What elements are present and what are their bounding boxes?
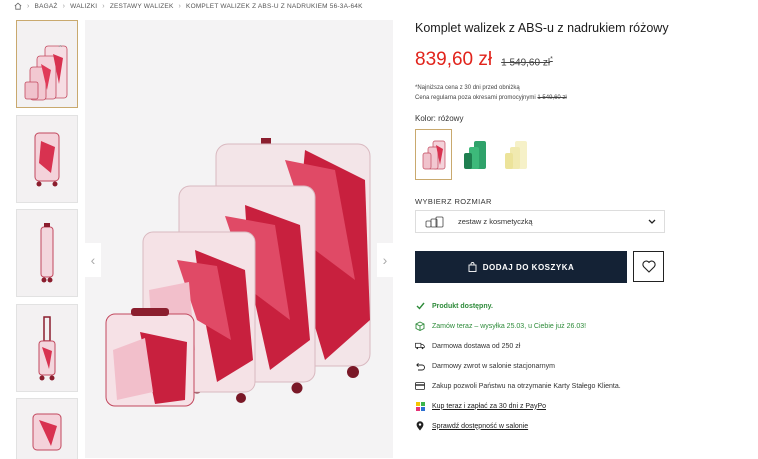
regular-price-label: Cena regularna poza okresami promocyjnym… [415,95,536,101]
color-label: Kolor: różowy [415,114,464,123]
chevron-down-icon [648,219,656,224]
breadcrumb-separator: › [62,2,66,10]
next-image-button[interactable]: › [377,243,393,277]
box-icon [415,321,425,331]
breadcrumb-item[interactable]: ZESTAWY WALIZEK [110,3,174,10]
chevron-up-icon[interactable]: ⌃ [57,44,64,53]
feature-paypo: Kup teraz i zapłać za 30 dni z PayPo [415,396,715,416]
thumbnail-set[interactable] [16,20,78,108]
old-price: 1 549,60 zł* [501,56,553,68]
breadcrumb-item[interactable]: BAGAŻ [35,3,58,10]
old-price-mark: * [550,55,553,63]
regular-price-note: Cena regularna poza okresami promocyjnym… [415,93,715,103]
card-icon [415,381,425,391]
breadcrumb-separator: › [27,2,30,10]
home-icon[interactable] [14,2,22,10]
suitcase-handle-image [38,316,56,381]
thumbnail-detail[interactable] [16,398,78,459]
thumbnail-side[interactable] [16,209,78,297]
chevron-left-icon: ‹ [90,252,96,268]
yellow-set-image [504,140,527,169]
price-row: 839,60 zł 1 549,60 zł* [415,49,715,71]
check-icon [415,301,425,311]
feature-text: Zamów teraz – wysyłka 25.03, u Ciebie ju… [432,322,587,330]
feature-free-return: Darmowy zwrot w salonie stacjonarnym [415,356,715,376]
thumbnail-handle[interactable] [16,304,78,392]
regular-price-value: 1 549,60 zł [537,95,567,101]
paypo-icon [415,401,425,411]
price-note: *Najniższa cena z 30 dni przed obniżką C… [415,83,715,103]
feature-text: Darmowa dostawa od 250 zł [432,342,521,350]
size-select-value: zestaw z kosmetyczką [458,217,533,226]
lowest-price-note: *Najniższa cena z 30 dni przed obniżką [415,85,520,91]
breadcrumb-separator: › [178,2,182,10]
current-price: 839,60 zł [415,49,493,70]
feature-text: Produkt dostępny. [432,302,493,310]
suitcase-set-icon [425,216,444,227]
store-availability-link[interactable]: Sprawdź dostępność w salonie [432,423,528,430]
size-select[interactable]: zestaw z kosmetyczką [415,210,665,233]
feature-text: Darmowy zwrot w salonie stacjonarnym [432,362,555,370]
breadcrumb-item[interactable]: WALIZKI [70,3,97,10]
wishlist-button[interactable] [633,251,664,282]
suitcase-front-image [34,132,60,187]
paypo-link[interactable]: Kup teraz i zapłać za 30 dni z PayPo [432,403,546,410]
color-swatch-green[interactable] [456,129,493,180]
feature-free-delivery: Darmowa dostawa od 250 zł [415,336,715,356]
main-product-image[interactable]: ‹ › [85,20,393,458]
old-price-value: 1 549,60 zł [501,57,551,68]
feature-loyalty-card: Zakup pozwoli Państwu na otrzymanie Kart… [415,376,715,396]
chevron-right-icon: › [382,252,388,268]
breadcrumb: › BAGAŻ › WALIZKI › ZESTAWY WALIZEK › KO… [14,0,363,12]
thumbnail-front[interactable] [16,115,78,203]
feature-shipping-date: Zamów teraz – wysyłka 25.03, u Ciebie ju… [415,316,715,336]
product-title: Komplet walizek z ABS-u z nadrukiem różo… [415,21,669,35]
breadcrumb-current: KOMPLET WALIZEK Z ABS-U Z NADRUKIEM 56-3… [186,2,363,10]
size-label: WYBIERZ ROZMIAR [415,197,492,206]
previous-image-button[interactable]: ‹ [85,243,101,277]
heart-icon [641,260,656,273]
color-swatches [415,129,715,180]
bag-icon [468,262,477,272]
return-icon [415,361,425,371]
suitcase-set-illustration [105,138,371,407]
breadcrumb-separator: › [102,2,105,10]
color-swatch-yellow[interactable] [497,129,534,180]
suitcase-set-image [24,45,68,101]
add-to-cart-button[interactable]: DODAJ DO KOSZYKA [415,251,627,283]
feature-availability: Produkt dostępny. [415,296,715,316]
green-set-image [463,140,486,169]
cart-actions: DODAJ DO KOSZYKA [415,251,664,283]
location-pin-icon [415,421,425,431]
product-features: Produkt dostępny. Zamów teraz – wysyłka … [415,296,715,436]
add-to-cart-label: DODAJ DO KOSZYKA [482,262,575,272]
suitcase-side-image [40,223,54,283]
feature-store-availability: Sprawdź dostępność w salonie [415,416,715,436]
pink-set-image [422,140,445,169]
truck-icon [415,341,425,351]
suitcase-detail-image [32,413,62,451]
product-info: Komplet walizek z ABS-u z nadrukiem różo… [415,20,715,431]
feature-text: Zakup pozwoli Państwu na otrzymanie Kart… [432,382,621,390]
color-swatch-pink[interactable] [415,129,452,180]
